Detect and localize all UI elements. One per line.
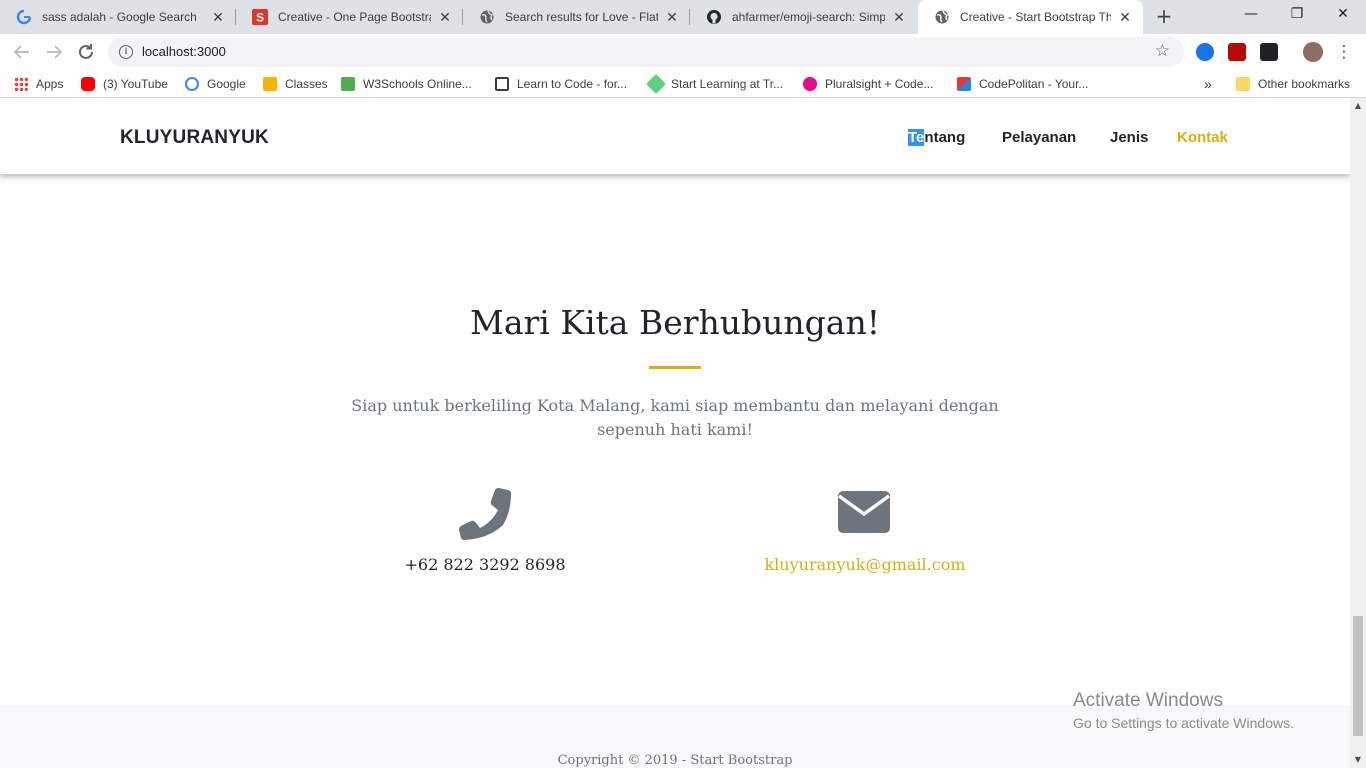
close-tab-icon[interactable]: ✕ bbox=[664, 9, 680, 26]
bookmark-freecodecamp[interactable]: Learn to Code - for... bbox=[495, 75, 627, 93]
bookmark-w3schools[interactable]: W3Schools Online... bbox=[341, 75, 472, 93]
windows-activation-watermark: Activate Windows Go to Settings to activ… bbox=[1073, 690, 1294, 731]
forward-button[interactable] bbox=[42, 40, 66, 64]
tab-creative-start-bootstrap[interactable]: Creative - Start Bootstrap Then ✕ bbox=[918, 0, 1143, 34]
codepolitan-icon bbox=[957, 77, 971, 91]
tab-google-search[interactable]: sass adalah - Google Search ✕ bbox=[0, 0, 236, 34]
url-text[interactable]: localhost:3000 bbox=[142, 44, 226, 59]
other-bookmarks[interactable]: Other bookmarks bbox=[1236, 75, 1350, 93]
google-icon bbox=[185, 77, 199, 91]
nav-link-kontak[interactable]: Kontak bbox=[1177, 129, 1228, 146]
bookmarks-bar: Apps (3) YouTube Google Classes W3School… bbox=[0, 70, 1366, 98]
extension-blue-icon[interactable] bbox=[1196, 43, 1214, 61]
contact-phone: +62 822 3292 8698 bbox=[404, 555, 566, 574]
nav-link-tentang[interactable]: Tentang bbox=[908, 129, 965, 146]
bookmark-star-icon[interactable]: ☆ bbox=[1155, 41, 1170, 61]
minimize-button[interactable]: — bbox=[1228, 0, 1274, 30]
w3schools-icon bbox=[341, 77, 355, 91]
classroom-icon bbox=[263, 77, 277, 91]
close-window-button[interactable]: ✕ bbox=[1320, 0, 1366, 30]
treehouse-icon bbox=[646, 74, 666, 94]
reload-icon bbox=[79, 44, 93, 59]
info-icon[interactable]: i bbox=[119, 45, 133, 59]
page-scrollbar[interactable]: ▲ ▼ bbox=[1350, 98, 1366, 768]
back-button[interactable] bbox=[10, 40, 34, 64]
youtube-icon bbox=[81, 77, 95, 91]
bookmark-google[interactable]: Google bbox=[185, 75, 246, 93]
tab-github-emoji[interactable]: ahfarmer/emoji-search: Simple ✕ bbox=[690, 0, 917, 34]
phone-icon bbox=[459, 488, 511, 540]
bookmark-pluralsight[interactable]: Pluralsight + Code... bbox=[803, 75, 933, 93]
arrow-right-icon bbox=[47, 45, 63, 59]
s-logo-icon: S bbox=[252, 9, 268, 25]
close-tab-icon[interactable]: ✕ bbox=[891, 9, 907, 26]
tab-flaticon[interactable]: Search results for Love - Flatico ✕ bbox=[463, 0, 690, 34]
globe-icon bbox=[479, 9, 495, 25]
bookmark-treehouse[interactable]: Start Learning at Tr... bbox=[646, 74, 783, 94]
heading-divider bbox=[649, 366, 701, 369]
browser-toolbar: i localhost:3000 ☆ ⋮ bbox=[0, 34, 1366, 70]
bookmark-apps[interactable]: Apps bbox=[14, 75, 63, 93]
close-tab-icon[interactable]: ✕ bbox=[1117, 9, 1133, 26]
maximize-button[interactable]: ❐ bbox=[1274, 0, 1320, 30]
contact-subtitle: Siap untuk berkeliling Kota Malang, kami… bbox=[351, 396, 999, 439]
tab-title: ahfarmer/emoji-search: Simple bbox=[732, 10, 885, 24]
freecodecamp-icon bbox=[495, 77, 509, 91]
tab-strip: sass adalah - Google Search ✕ S Creative… bbox=[0, 0, 1366, 34]
close-tab-icon[interactable]: ✕ bbox=[437, 9, 453, 26]
envelope-icon bbox=[838, 491, 890, 533]
watermark-title: Activate Windows bbox=[1073, 690, 1223, 711]
menu-icon[interactable]: ⋮ bbox=[1332, 40, 1356, 64]
scroll-up-arrow[interactable]: ▲ bbox=[1350, 98, 1366, 114]
bookmark-youtube[interactable]: (3) YouTube bbox=[81, 75, 168, 93]
pluralsight-icon bbox=[803, 77, 817, 91]
tab-creative-one-page[interactable]: S Creative - One Page Bootstrap ✕ bbox=[236, 0, 463, 34]
extension-badge-icon[interactable] bbox=[1260, 43, 1278, 61]
folder-icon bbox=[1236, 77, 1250, 91]
contact-email-link[interactable]: kluyuranyuk@gmail.com bbox=[720, 555, 1010, 574]
nav-link-pelayanan[interactable]: Pelayanan bbox=[1002, 129, 1076, 146]
scroll-down-arrow[interactable]: ▼ bbox=[1350, 752, 1366, 768]
bookmark-classes[interactable]: Classes bbox=[263, 75, 328, 93]
page-viewport: KLUYURANYUK Tentang Pelayanan Jenis Kont… bbox=[0, 98, 1350, 768]
copyright-text: Copyright © 2019 - Start Bootstrap bbox=[557, 753, 793, 768]
globe-icon bbox=[934, 9, 950, 25]
site-navbar: KLUYURANYUK Tentang Pelayanan Jenis Kont… bbox=[0, 98, 1350, 175]
close-tab-icon[interactable]: ✕ bbox=[210, 9, 226, 26]
tab-title: Creative - One Page Bootstrap bbox=[278, 10, 431, 24]
acrobat-icon[interactable] bbox=[1228, 43, 1246, 61]
more-bookmarks-button[interactable]: » bbox=[1204, 75, 1212, 93]
profile-avatar[interactable] bbox=[1303, 42, 1323, 62]
new-tab-button[interactable]: + bbox=[1151, 5, 1177, 29]
site-brand[interactable]: KLUYURANYUK bbox=[120, 127, 269, 149]
bookmark-codepolitan[interactable]: CodePolitan - Your... bbox=[957, 75, 1088, 93]
tab-title: sass adalah - Google Search bbox=[42, 10, 197, 24]
svg-text:S: S bbox=[256, 11, 264, 25]
address-bar[interactable]: i localhost:3000 ☆ bbox=[108, 37, 1184, 67]
google-icon bbox=[16, 9, 32, 25]
apps-grid-icon bbox=[14, 77, 28, 91]
github-icon bbox=[706, 9, 722, 25]
contact-heading: Mari Kita Berhubungan! bbox=[470, 303, 880, 342]
scrollbar-thumb[interactable] bbox=[1353, 616, 1363, 736]
selected-text: Te bbox=[908, 129, 925, 146]
watermark-subtitle: Go to Settings to activate Windows. bbox=[1073, 715, 1294, 731]
tab-title: Creative - Start Bootstrap Then bbox=[960, 10, 1111, 24]
reload-button[interactable] bbox=[74, 40, 98, 64]
arrow-left-icon bbox=[13, 45, 29, 59]
nav-link-jenis[interactable]: Jenis bbox=[1110, 129, 1148, 146]
tab-title: Search results for Love - Flatico bbox=[505, 10, 658, 24]
